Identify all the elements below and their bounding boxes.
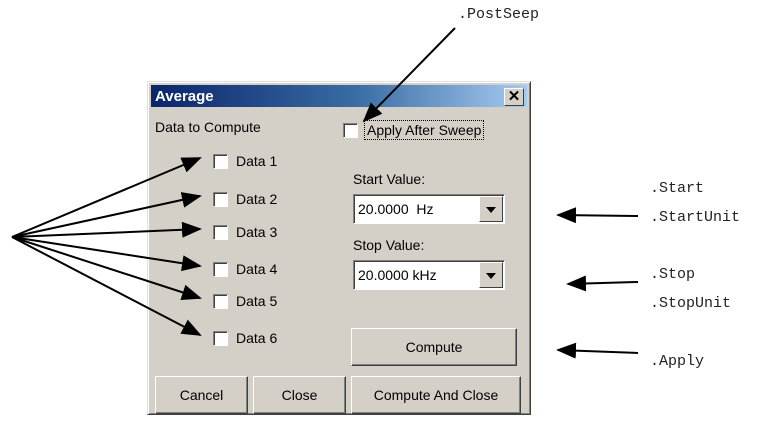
data1-arrow — [11, 157, 202, 238]
postsweep-arrow — [362, 27, 456, 123]
start-arrow — [556, 207, 639, 224]
data5-arrow — [11, 236, 202, 301]
annotation-arrows — [11, 27, 639, 359]
stop-arrow — [566, 275, 639, 292]
apply-arrow — [556, 342, 639, 359]
